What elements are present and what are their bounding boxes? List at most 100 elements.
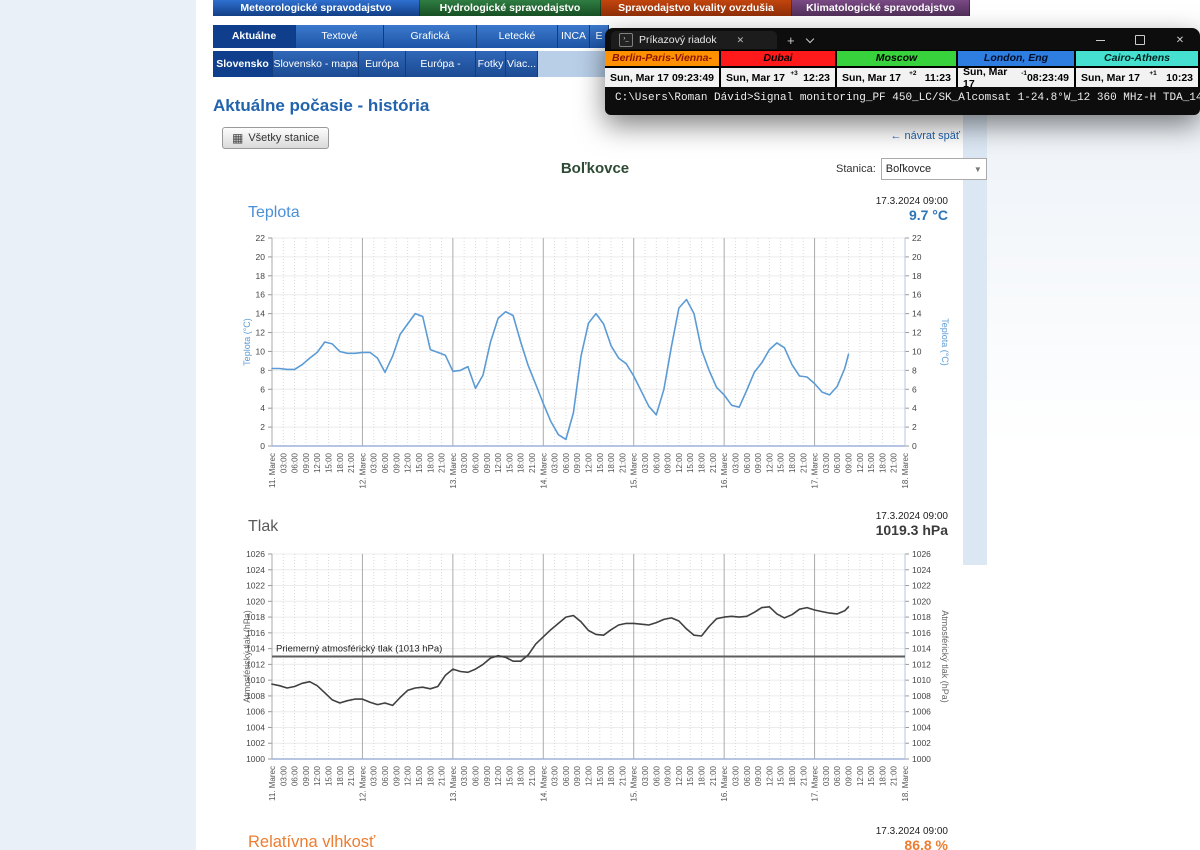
- clock-city: Cairo-Athens: [1076, 51, 1198, 68]
- svg-text:17. Marec: 17. Marec: [811, 453, 820, 489]
- pressure-chart-title: Tlak: [248, 518, 278, 536]
- tertiary-nav: SlovenskoSlovensko - mapaEurópaEurópa - …: [213, 51, 538, 77]
- sub-nav-tab[interactable]: Aktuálne počasie: [213, 25, 296, 48]
- screen: Meteorologické spravodajstvoHydrologické…: [0, 0, 1200, 850]
- svg-text:12:00: 12:00: [856, 765, 865, 786]
- svg-text:03:00: 03:00: [370, 452, 379, 473]
- sub-nav-tab[interactable]: Textové predpovede: [296, 25, 384, 48]
- svg-text:1002: 1002: [246, 738, 265, 748]
- svg-text:21:00: 21:00: [528, 765, 537, 786]
- svg-text:03:00: 03:00: [460, 452, 469, 473]
- clock-column: Berlin-Paris-Vienna-RomaSun, Mar 1709:23…: [605, 51, 721, 87]
- terminal-tab[interactable]: ›_ Príkazový riadok ✕: [611, 31, 777, 49]
- section-tab[interactable]: Slovensko: [213, 51, 273, 77]
- svg-text:21:00: 21:00: [528, 452, 537, 473]
- svg-text:20: 20: [256, 252, 266, 262]
- svg-text:21:00: 21:00: [890, 452, 899, 473]
- svg-text:6: 6: [912, 384, 917, 394]
- temperature-timestamp: 17.3.2024 09:00: [700, 196, 948, 207]
- svg-text:18:00: 18:00: [336, 765, 345, 786]
- section-tab[interactable]: Európa: [359, 51, 406, 77]
- svg-text:2: 2: [260, 422, 265, 432]
- svg-text:12. Marec: 12. Marec: [358, 453, 367, 489]
- terminal-window[interactable]: ›_ Príkazový riadok ✕ + ✕ Berlin-Paris-V…: [605, 28, 1200, 115]
- station-select[interactable]: Boľkovce ▼: [881, 158, 987, 180]
- chevron-down-icon: ▼: [974, 165, 982, 174]
- back-link[interactable]: ← návrat späť: [760, 130, 960, 142]
- svg-text:21:00: 21:00: [799, 765, 808, 786]
- maximize-button[interactable]: [1120, 30, 1160, 50]
- svg-text:21:00: 21:00: [438, 765, 447, 786]
- svg-text:03:00: 03:00: [279, 765, 288, 786]
- pressure-chart: 1000100010021002100410041006100610081008…: [240, 549, 950, 808]
- sub-nav-tab[interactable]: Letecké informácie: [477, 25, 558, 48]
- svg-text:06:00: 06:00: [743, 765, 752, 786]
- terminal-title-bar[interactable]: ›_ Príkazový riadok ✕ + ✕: [605, 28, 1200, 50]
- terminal-tab-title: Príkazový riadok: [639, 34, 717, 46]
- secondary-nav: Aktuálne počasieTextové predpovedeGrafic…: [213, 25, 609, 48]
- page-title: Aktuálne počasie - história: [213, 96, 429, 116]
- svg-text:12:00: 12:00: [675, 765, 684, 786]
- all-stations-label: Všetky stanice: [248, 132, 319, 144]
- top-nav-tab[interactable]: Hydrologické spravodajstvo: [420, 0, 601, 16]
- svg-text:12:00: 12:00: [313, 452, 322, 473]
- svg-text:21:00: 21:00: [709, 452, 718, 473]
- all-stations-button[interactable]: ▦ Všetky stanice: [222, 127, 329, 149]
- section-tab[interactable]: Fotky: [476, 51, 506, 77]
- terminal-command-line[interactable]: C:\Users\Roman Dávid>Signal monitoring_P…: [605, 87, 1200, 104]
- svg-text:15:00: 15:00: [505, 765, 514, 786]
- page-left-margin: [0, 0, 196, 850]
- svg-text:03:00: 03:00: [822, 765, 831, 786]
- svg-text:12:00: 12:00: [404, 765, 413, 786]
- svg-text:14: 14: [256, 309, 266, 319]
- pressure-current-value: 1019.3 hPa: [700, 522, 948, 538]
- temperature-current-value: 9.7 °C: [700, 207, 948, 223]
- svg-text:06:00: 06:00: [562, 765, 571, 786]
- svg-text:03:00: 03:00: [370, 765, 379, 786]
- svg-text:2: 2: [912, 422, 917, 432]
- section-tab[interactable]: Slovensko - mapa: [273, 51, 359, 77]
- close-button[interactable]: ✕: [1160, 30, 1200, 50]
- svg-text:15:00: 15:00: [777, 452, 786, 473]
- top-nav-tab[interactable]: Meteorologické spravodajstvo: [213, 0, 420, 16]
- section-tab[interactable]: Európa - mapa: [406, 51, 476, 77]
- svg-text:18: 18: [256, 271, 266, 281]
- clock-column: MoscowSun, Mar 17+211:23: [837, 51, 958, 87]
- sub-nav-tab[interactable]: INCA: [558, 25, 590, 48]
- svg-text:1012: 1012: [912, 659, 931, 669]
- svg-text:15:00: 15:00: [325, 452, 334, 473]
- svg-text:18:00: 18:00: [607, 452, 616, 473]
- svg-text:03:00: 03:00: [460, 765, 469, 786]
- svg-text:16: 16: [256, 290, 266, 300]
- back-arrow-icon: ←: [890, 130, 901, 142]
- svg-text:1020: 1020: [246, 596, 265, 606]
- svg-text:09:00: 09:00: [573, 452, 582, 473]
- svg-text:22: 22: [912, 233, 922, 243]
- svg-text:09:00: 09:00: [483, 765, 492, 786]
- svg-text:21:00: 21:00: [347, 765, 356, 786]
- svg-text:18:00: 18:00: [878, 452, 887, 473]
- top-nav-tab[interactable]: Spravodajstvo kvality ovzdušia: [601, 0, 792, 16]
- svg-text:12:00: 12:00: [494, 452, 503, 473]
- minimize-button[interactable]: [1080, 30, 1120, 50]
- clock-time: Sun, Mar 17-108:23:49: [958, 68, 1074, 87]
- svg-text:03:00: 03:00: [822, 452, 831, 473]
- sub-nav-tab[interactable]: Grafická predpoveď: [384, 25, 477, 48]
- svg-text:18: 18: [912, 271, 922, 281]
- svg-text:15:00: 15:00: [686, 765, 695, 786]
- svg-text:1000: 1000: [246, 754, 265, 764]
- top-nav-tab[interactable]: Klimatologické spravodajstvo: [792, 0, 970, 16]
- svg-text:13. Marec: 13. Marec: [449, 453, 458, 489]
- tab-close-icon[interactable]: ✕: [737, 35, 745, 46]
- svg-text:1024: 1024: [912, 565, 931, 575]
- new-tab-icon[interactable]: +: [787, 33, 795, 48]
- svg-text:12: 12: [256, 328, 266, 338]
- section-tab[interactable]: Viac...: [506, 51, 538, 77]
- svg-text:03:00: 03:00: [731, 765, 740, 786]
- temperature-chart-title: Teplota: [248, 204, 300, 222]
- tab-dropdown-icon[interactable]: [805, 35, 813, 43]
- svg-text:03:00: 03:00: [551, 765, 560, 786]
- clock-time: Sun, Mar 1709:23:49: [605, 68, 719, 87]
- svg-text:20: 20: [912, 252, 922, 262]
- svg-text:1022: 1022: [912, 581, 931, 591]
